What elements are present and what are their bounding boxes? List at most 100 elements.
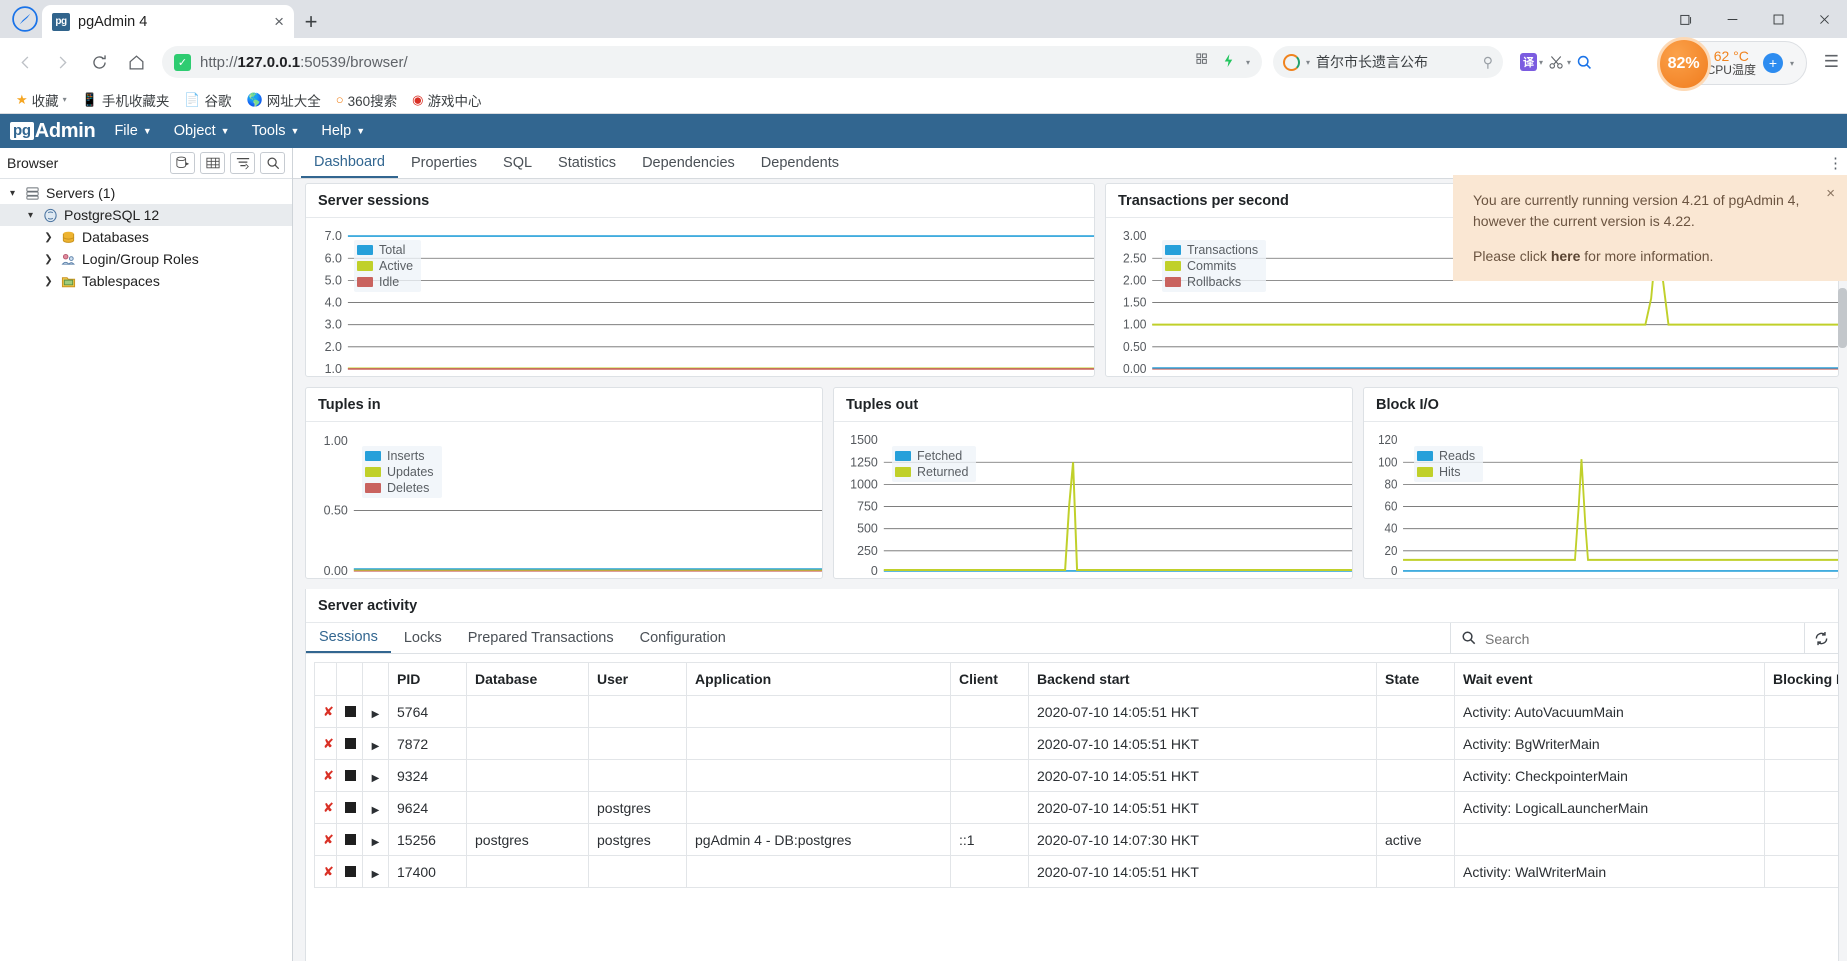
legend-item[interactable]: Total bbox=[357, 243, 413, 257]
bookmark-games[interactable]: ◉ 游戏中心 bbox=[406, 88, 487, 112]
col-client[interactable]: Client bbox=[950, 662, 1029, 696]
tree-item-servers[interactable]: ▾ Servers (1) bbox=[0, 182, 292, 204]
chevron-down-icon[interactable]: ▾ bbox=[63, 95, 67, 104]
bookmark-google[interactable]: 📄 谷歌 bbox=[178, 88, 237, 112]
tab-properties[interactable]: Properties bbox=[398, 148, 490, 178]
refresh-icon[interactable] bbox=[1804, 623, 1838, 654]
bookmark-favorites[interactable]: ★ 收藏 ▾ bbox=[10, 88, 73, 112]
terminate-session-icon[interactable]: ✘ bbox=[314, 695, 337, 728]
minimize-button[interactable] bbox=[1709, 0, 1755, 38]
tab-sql[interactable]: SQL bbox=[490, 148, 545, 178]
chevron-down-icon[interactable]: ▾ bbox=[1246, 58, 1250, 67]
cancel-query-icon[interactable] bbox=[336, 791, 363, 824]
expand-row-icon[interactable]: ▶ bbox=[362, 727, 389, 760]
col-application[interactable]: Application bbox=[686, 662, 951, 696]
chevron-down-icon[interactable]: ▾ bbox=[24, 210, 37, 221]
terminate-session-icon[interactable]: ✘ bbox=[314, 759, 337, 792]
tree-item-postgresql-12[interactable]: ▾ PostgreSQL 12 bbox=[0, 204, 292, 226]
expand-row-icon[interactable]: ▶ bbox=[362, 823, 389, 856]
legend-item[interactable]: Inserts bbox=[365, 449, 434, 463]
browser-tab-pgadmin[interactable]: pg pgAdmin 4 × bbox=[42, 5, 294, 38]
expand-row-icon[interactable]: ▶ bbox=[362, 855, 389, 888]
menu-object[interactable]: Object ▼ bbox=[163, 114, 241, 148]
legend-item[interactable]: Transactions bbox=[1165, 243, 1258, 257]
tree-item-login-group-roles[interactable]: ❯ Login/Group Roles bbox=[0, 248, 292, 270]
tab-dependents[interactable]: Dependents bbox=[748, 148, 852, 178]
tab-configuration[interactable]: Configuration bbox=[627, 623, 739, 653]
legend-item[interactable]: Rollbacks bbox=[1165, 275, 1258, 289]
forward-icon[interactable] bbox=[45, 45, 79, 79]
tree-item-tablespaces[interactable]: ❯ Tablespaces bbox=[0, 270, 292, 292]
cpu-temperature-widget[interactable]: 82% 62 °C CPU温度 + ▾ bbox=[1656, 37, 1807, 91]
terminate-session-icon[interactable]: ✘ bbox=[314, 855, 337, 888]
close-window-button[interactable] bbox=[1801, 0, 1847, 38]
activity-search-input[interactable] bbox=[1485, 630, 1804, 647]
more-information-link[interactable]: here bbox=[1551, 248, 1581, 264]
legend-item[interactable]: Deletes bbox=[365, 481, 434, 495]
expand-row-icon[interactable]: ▶ bbox=[362, 791, 389, 824]
tab-statistics[interactable]: Statistics bbox=[545, 148, 629, 178]
tab-dashboard[interactable]: Dashboard bbox=[301, 148, 398, 178]
chevron-right-icon[interactable]: ❯ bbox=[42, 232, 55, 243]
col-database[interactable]: Database bbox=[466, 662, 589, 696]
close-icon[interactable]: × bbox=[1826, 186, 1835, 201]
expand-row-icon[interactable]: ▶ bbox=[362, 695, 389, 728]
table-row[interactable]: ✘ ▶ 15256 postgres postgres pgAdmin 4 - … bbox=[314, 823, 1838, 856]
legend-item[interactable]: Hits bbox=[1417, 465, 1475, 479]
translate-button[interactable]: 译 ▾ bbox=[1520, 53, 1543, 71]
chevron-down-icon[interactable]: ▾ bbox=[6, 188, 19, 199]
menu-file[interactable]: File ▼ bbox=[103, 114, 162, 148]
bookmark-hao123[interactable]: 🌎 网址大全 bbox=[241, 88, 327, 112]
expand-row-icon[interactable]: ▶ bbox=[362, 759, 389, 792]
col-wait-event[interactable]: Wait event bbox=[1454, 662, 1765, 696]
chevron-down-icon[interactable]: ▾ bbox=[1539, 58, 1543, 67]
legend-item[interactable]: Idle bbox=[357, 275, 413, 289]
grid-icon[interactable] bbox=[1196, 53, 1211, 71]
sessions-grid-wrap[interactable]: PID Database User Application Client Bac… bbox=[306, 654, 1838, 961]
tab-locks[interactable]: Locks bbox=[391, 623, 455, 653]
search-input[interactable]: 首尔市长遗言公布 bbox=[1316, 52, 1477, 72]
search-icon[interactable] bbox=[1451, 630, 1485, 648]
magnifier-button[interactable] bbox=[1576, 54, 1593, 71]
collections-icon[interactable] bbox=[1663, 0, 1709, 38]
search-icon[interactable]: ⚲ bbox=[1483, 54, 1493, 71]
back-icon[interactable] bbox=[8, 45, 42, 79]
menu-tools[interactable]: Tools ▼ bbox=[241, 114, 311, 148]
cancel-query-icon[interactable] bbox=[336, 759, 363, 792]
cancel-query-icon[interactable] bbox=[336, 855, 363, 888]
chevron-down-icon[interactable]: ▾ bbox=[1306, 58, 1310, 67]
search-box[interactable]: ▾ 首尔市长遗言公布 ⚲ bbox=[1273, 46, 1503, 78]
filter-tree-icon[interactable] bbox=[230, 152, 255, 174]
browser-menu-icon[interactable]: ☰ bbox=[1824, 52, 1839, 72]
cancel-query-icon[interactable] bbox=[336, 823, 363, 856]
chevron-down-icon[interactable]: ▾ bbox=[1790, 59, 1794, 68]
new-tab-button[interactable]: + bbox=[294, 5, 328, 38]
table-row[interactable]: ✘ ▶ 9624 postgres 2020-07-10 14:05:51 HK… bbox=[314, 791, 1838, 824]
cancel-query-icon[interactable] bbox=[336, 727, 363, 760]
address-bar[interactable]: ✓ http://127.0.0.1:50539/browser/ ▾ bbox=[162, 46, 1262, 78]
legend-item[interactable]: Commits bbox=[1165, 259, 1258, 273]
table-row[interactable]: ✘ ▶ 5764 2020-07-10 14:05:51 HKT Activit… bbox=[314, 695, 1838, 728]
screenshot-button[interactable]: ▾ bbox=[1548, 54, 1571, 71]
add-widget-button[interactable]: + bbox=[1762, 53, 1783, 73]
home-icon[interactable] bbox=[119, 45, 153, 79]
col-user[interactable]: User bbox=[588, 662, 687, 696]
search-objects-icon[interactable] bbox=[260, 152, 285, 174]
bookmark-mobile[interactable]: 📱 手机收藏夹 bbox=[76, 88, 176, 112]
reload-icon[interactable] bbox=[82, 45, 116, 79]
tab-sessions[interactable]: Sessions bbox=[306, 623, 391, 653]
terminate-session-icon[interactable]: ✘ bbox=[314, 791, 337, 824]
close-icon[interactable]: × bbox=[274, 13, 284, 30]
lightning-icon[interactable] bbox=[1221, 53, 1236, 71]
object-explorer-icon[interactable] bbox=[170, 152, 195, 174]
col-blocking-pids[interactable]: Blocking PIDs bbox=[1764, 662, 1838, 696]
terminate-session-icon[interactable]: ✘ bbox=[314, 727, 337, 760]
vertical-scrollbar[interactable] bbox=[1838, 288, 1847, 348]
maximize-button[interactable] bbox=[1755, 0, 1801, 38]
panel-menu-icon[interactable]: ⋮ bbox=[1828, 154, 1843, 172]
legend-item[interactable]: Returned bbox=[895, 465, 968, 479]
tab-prepared-transactions[interactable]: Prepared Transactions bbox=[455, 623, 627, 653]
cancel-query-icon[interactable] bbox=[336, 695, 363, 728]
col-backend-start[interactable]: Backend start bbox=[1028, 662, 1377, 696]
chevron-right-icon[interactable]: ❯ bbox=[42, 254, 55, 265]
